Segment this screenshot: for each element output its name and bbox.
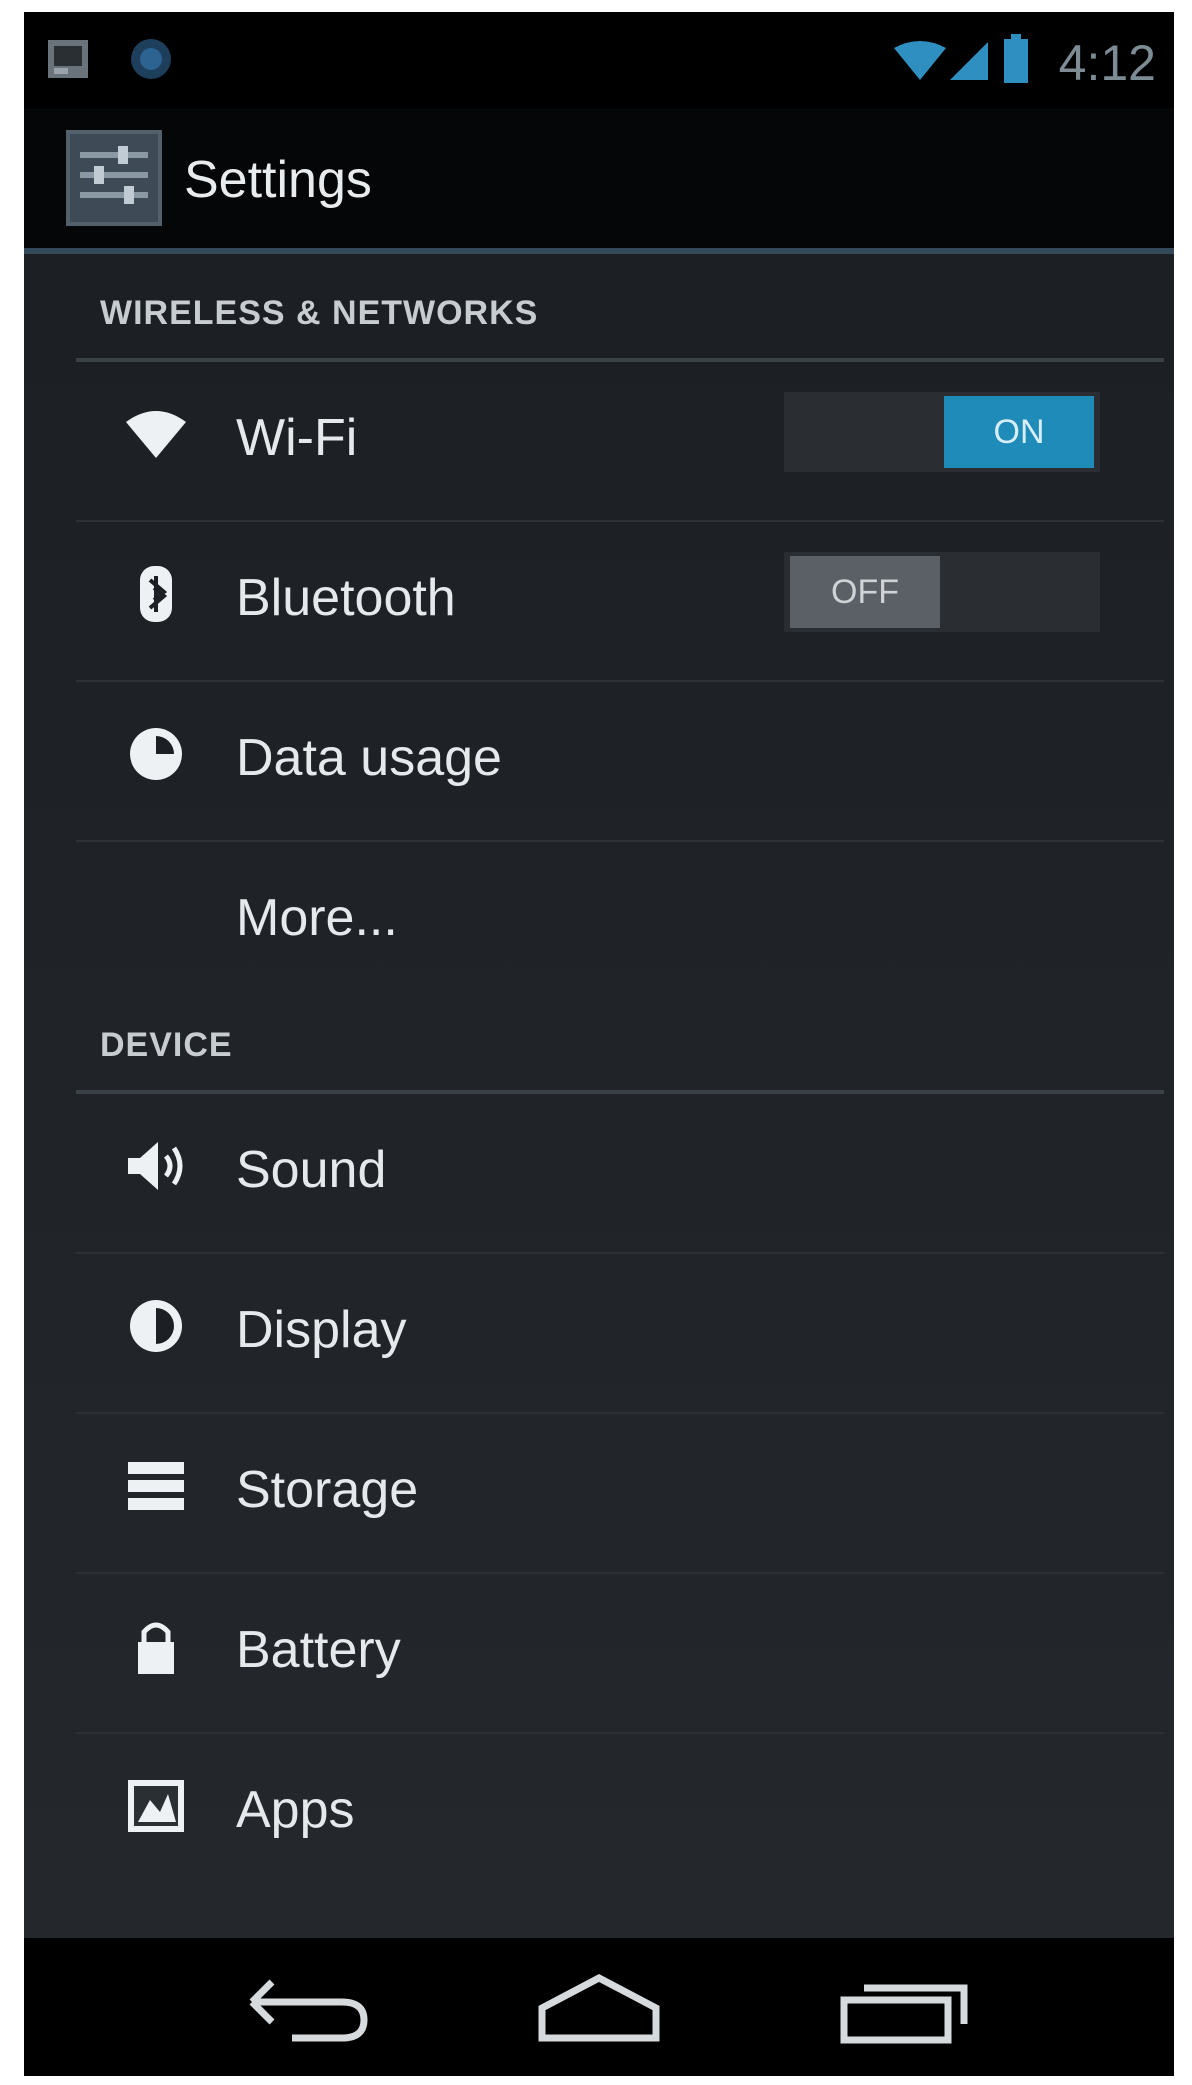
settings-item-label: Battery: [236, 1621, 401, 1679]
back-icon[interactable]: [232, 1958, 382, 2058]
page-title: Settings: [184, 151, 372, 209]
toggle-knob: ON: [944, 396, 1094, 468]
bluetooth-toggle[interactable]: OFF: [784, 552, 1100, 632]
section-header-device: DEVICE: [100, 1026, 233, 1064]
settings-item-label: Bluetooth: [236, 569, 456, 627]
settings-item-label: Display: [236, 1301, 407, 1359]
status-time: 4:12: [1058, 35, 1156, 91]
settings-app-icon[interactable]: [66, 130, 162, 226]
recent-apps-icon[interactable]: [828, 1958, 978, 2058]
settings-item-wifi[interactable]: Wi-Fi ON: [76, 362, 1164, 520]
wifi-signal-icon: [894, 41, 946, 80]
storage-icon: [128, 1462, 184, 1510]
settings-item-label: Apps: [236, 1781, 355, 1839]
settings-list[interactable]: WIRELESS & NETWORKS Wi-Fi ON Bluetooth O…: [24, 254, 1174, 1938]
settings-item-label: More...: [236, 889, 398, 947]
navigation-bar: [24, 1938, 1174, 2076]
battery-settings-icon: [138, 1622, 174, 1674]
action-bar: Settings: [24, 108, 1174, 248]
data-usage-icon: [130, 728, 182, 780]
apps-icon: [128, 1780, 184, 1832]
status-bar: 4:12: [24, 12, 1174, 108]
settings-item-battery[interactable]: Battery: [76, 1574, 1164, 1732]
bluetooth-icon: [140, 566, 172, 622]
settings-item-label: Data usage: [236, 729, 502, 787]
settings-item-storage[interactable]: Storage: [76, 1414, 1164, 1572]
home-icon[interactable]: [524, 1958, 674, 2058]
cell-signal-icon: [950, 42, 988, 80]
settings-item-label: Sound: [236, 1141, 387, 1199]
gallery-notification-icon: [48, 40, 88, 78]
settings-item-data-usage[interactable]: Data usage: [76, 682, 1164, 840]
settings-item-label: Wi-Fi: [236, 409, 358, 467]
settings-item-bluetooth[interactable]: Bluetooth OFF: [76, 522, 1164, 680]
toggle-knob: OFF: [790, 556, 940, 628]
section-header-wireless: WIRELESS & NETWORKS: [100, 294, 539, 332]
wifi-icon: [126, 411, 186, 458]
settings-item-more[interactable]: More...: [76, 842, 1164, 1000]
display-icon: [130, 1300, 182, 1352]
sound-icon: [128, 1142, 183, 1190]
settings-item-display[interactable]: Display: [76, 1254, 1164, 1412]
sync-notification-icon: [131, 39, 171, 79]
settings-item-apps[interactable]: Apps: [76, 1734, 1164, 1892]
wifi-toggle[interactable]: ON: [784, 392, 1100, 472]
settings-item-label: Storage: [236, 1461, 419, 1519]
settings-item-sound[interactable]: Sound: [76, 1094, 1164, 1252]
phone-screen: 4:12 Settings WIRELESS & NETWORKS Wi-Fi: [24, 12, 1174, 2076]
battery-icon: [1004, 34, 1028, 83]
